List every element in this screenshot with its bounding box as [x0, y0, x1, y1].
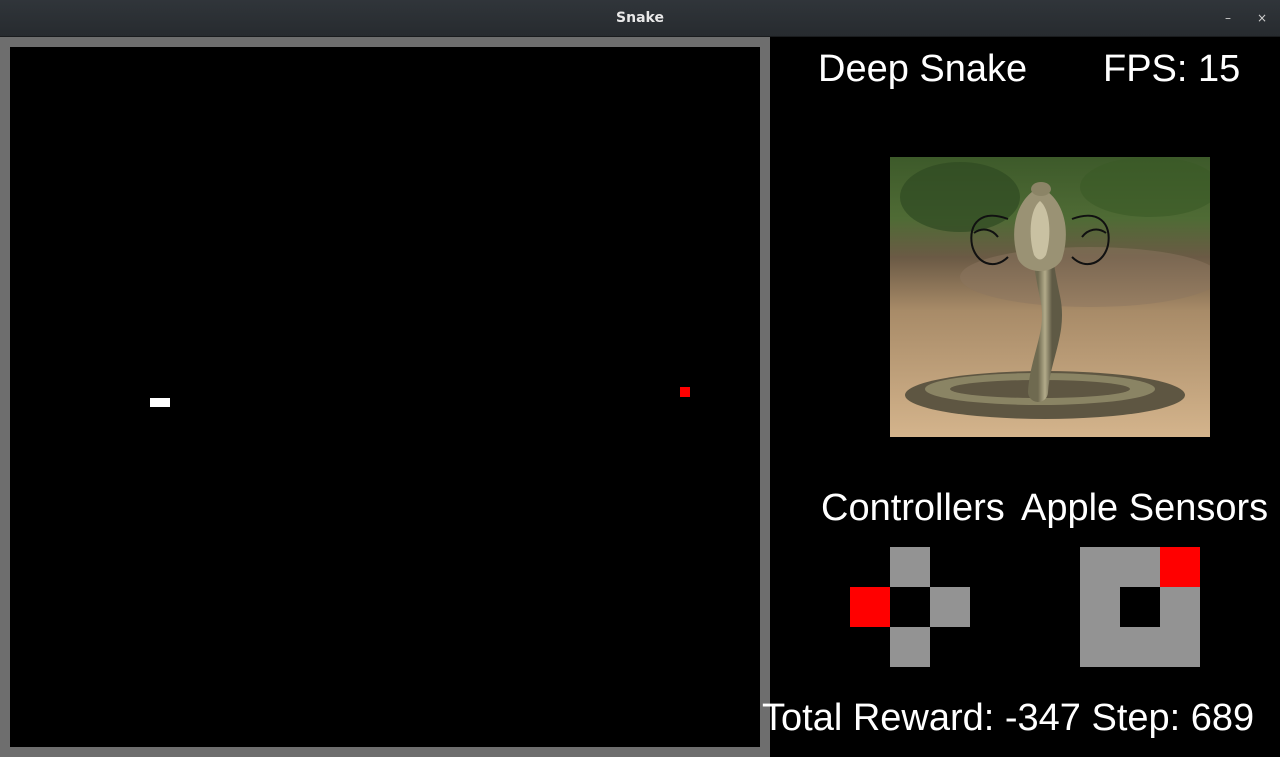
window-title: Snake [616, 10, 664, 26]
apple-sensor-cell-1-1 [1120, 587, 1160, 627]
controller-cell-2-2 [930, 627, 970, 667]
controller-cell-2-1 [890, 627, 930, 667]
controller-cell-2-0 [850, 627, 890, 667]
apple-sensor-cell-2-0 [1080, 627, 1120, 667]
reward-step-readout: Total Reward: -347 Step: 689 [762, 697, 1255, 739]
minimize-button[interactable]: – [1218, 8, 1238, 28]
snake-body [150, 398, 170, 407]
controller-cell-0-0 [850, 547, 890, 587]
apple-sensor-cell-2-2 [1160, 627, 1200, 667]
controller-cell-1-0 [850, 587, 890, 627]
apple-sensors-title: Apple Sensors [1021, 487, 1269, 529]
apple-sensor-cell-0-2 [1160, 547, 1200, 587]
cobra-image [890, 157, 1210, 437]
apple-sensors-grid [1080, 547, 1200, 667]
controller-cell-1-2 [930, 587, 970, 627]
app-title: Deep Snake [818, 48, 1028, 90]
apple-sensor-cell-0-0 [1080, 547, 1120, 587]
controller-cell-0-1 [890, 547, 930, 587]
game-board-border [0, 37, 770, 757]
fps-counter: FPS: 15 [1103, 48, 1241, 90]
controller-cell-0-2 [930, 547, 970, 587]
window-titlebar: Snake – × [0, 0, 1280, 37]
game-board [10, 47, 760, 747]
controllers-grid [850, 547, 970, 667]
apple-sensor-cell-1-2 [1160, 587, 1200, 627]
apple-sensor-cell-2-1 [1120, 627, 1160, 667]
close-button[interactable]: × [1252, 8, 1272, 28]
controllers-title: Controllers [821, 487, 1005, 529]
apple-sensor-cell-0-1 [1120, 547, 1160, 587]
apple-sensor-cell-1-0 [1080, 587, 1120, 627]
apple [680, 387, 690, 397]
controller-cell-1-1 [890, 587, 930, 627]
